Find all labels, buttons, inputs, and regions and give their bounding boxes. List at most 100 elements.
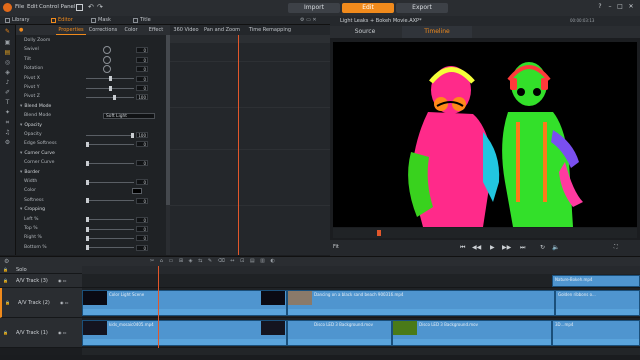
property-value-field[interactable]: 0 [136, 85, 148, 91]
edit-mode-button[interactable]: Edit [342, 3, 394, 13]
go-end-icon[interactable]: ⏭ [520, 244, 525, 252]
slider-knob[interactable] [108, 85, 112, 91]
tab-library[interactable]: Library [2, 16, 48, 25]
tab-source[interactable]: Source [330, 26, 400, 38]
crop-tool-icon[interactable]: ⌗ [4, 119, 11, 126]
settings-tool-icon[interactable]: ⚙ [4, 139, 11, 146]
lock-icon[interactable]: 🔒 [5, 300, 10, 305]
rotation-dial[interactable] [103, 46, 111, 55]
help-icon[interactable]: ? [596, 3, 604, 11]
property-value-field[interactable]: 0 [136, 216, 148, 223]
panel-options-icon[interactable]: ⚙ ▭ ✕ [300, 17, 317, 23]
folder-tool-icon[interactable]: ▤ [4, 49, 11, 56]
tab-color[interactable]: Color [120, 25, 142, 35]
property-slider[interactable] [86, 245, 134, 251]
go-start-icon[interactable]: ⏮ [460, 244, 465, 252]
property-value-field[interactable]: 0 [136, 56, 148, 63]
timeline-playhead[interactable] [158, 266, 159, 348]
timeline-tools-icons[interactable]: ✂ ⌂ ▭ ⊞ ◈ ⇆ ✎ ⌫ ↔ ⊡ ▤ ▥ ◐ [150, 258, 277, 264]
volume-icon[interactable]: 🔈 [552, 244, 559, 251]
import-mode-button[interactable]: Import [288, 3, 340, 13]
track-visibility-icon[interactable]: ◉ ▭ [58, 330, 67, 335]
maximize-icon[interactable]: □ [616, 3, 624, 11]
property-slider[interactable] [86, 94, 134, 100]
tab-properties[interactable]: Properties [56, 25, 86, 35]
track-header-1[interactable]: 🔒 A/V Track (1) ◉ ▭ [0, 318, 82, 348]
lock-icon[interactable]: 🔒 [3, 278, 8, 283]
property-value-field[interactable]: 0 [136, 179, 148, 185]
tab-mask[interactable]: Mask [88, 16, 130, 25]
video-frame[interactable] [333, 42, 637, 227]
fullscreen-icon[interactable]: ⛶ [614, 244, 618, 250]
scrub-playhead[interactable] [377, 230, 381, 236]
border-color-swatch[interactable] [132, 188, 142, 195]
track-header-2[interactable]: 🔒 A/V Track (2) ◉ ▭ [0, 288, 82, 318]
property-value-field[interactable]: 0 [136, 226, 148, 232]
editor-tool-icon[interactable]: ✎ [4, 28, 11, 35]
slider-knob[interactable] [86, 226, 89, 232]
track-header-3[interactable]: 🔒 A/V Track (3) ◉ ▭ [0, 274, 82, 288]
lock-icon[interactable]: 🔒 [3, 330, 8, 335]
pin-icon[interactable]: ● [19, 27, 23, 33]
property-section-header[interactable]: Cropping [20, 206, 45, 214]
tab-pan-and-zoom[interactable]: Pan and Zoom [202, 25, 242, 35]
save-icon[interactable] [76, 4, 83, 11]
slider-knob[interactable] [86, 217, 89, 223]
slider-knob[interactable] [86, 141, 89, 147]
audio-tool-icon[interactable]: ♫ [4, 129, 11, 136]
property-value-field[interactable]: 100 [136, 132, 148, 138]
rotation-dial[interactable] [103, 65, 111, 74]
timeline-settings-icon[interactable]: ⚙ [4, 258, 9, 265]
property-slider[interactable] [86, 179, 134, 185]
property-value-field[interactable]: 0 [136, 47, 148, 54]
property-value-field[interactable]: 0 [136, 160, 148, 167]
menu-control-panel[interactable]: Control Panel [39, 4, 75, 10]
clip[interactable]: Color Light Scene [82, 290, 287, 316]
tab-effect[interactable]: Effect [144, 25, 168, 35]
clip[interactable]: 3D...mp4 [552, 320, 640, 346]
slider-knob[interactable] [113, 94, 116, 100]
slider-knob[interactable] [86, 235, 89, 241]
tab-title[interactable]: Title [130, 16, 172, 25]
redo-icon[interactable]: ↷ [97, 3, 103, 11]
transitions-tool-icon[interactable]: ◈ [4, 69, 11, 76]
track-visibility-icon[interactable]: ◉ ▭ [60, 300, 69, 305]
play-icon[interactable]: ▶ [490, 244, 495, 251]
property-value-field[interactable]: 0 [136, 235, 148, 242]
brush-tool-icon[interactable]: ✦ [4, 109, 11, 116]
property-value-field[interactable]: 0 [136, 75, 148, 82]
clip[interactable]: Dancing on a black sand beach 900316.mp4 [287, 290, 555, 316]
property-section-header[interactable]: Opacity [20, 122, 42, 130]
keyframe-ruler[interactable] [170, 35, 330, 43]
slider-knob[interactable] [131, 132, 134, 138]
property-section-header[interactable]: Border [20, 169, 39, 177]
close-icon[interactable]: ✕ [627, 3, 635, 11]
property-value-field[interactable]: 100 [136, 94, 148, 101]
property-slider[interactable] [86, 198, 134, 204]
clip[interactable]: Golden ribbons o... [555, 290, 640, 316]
text-tool-icon[interactable]: T [4, 99, 11, 106]
timeline-bottom-ruler[interactable] [82, 348, 640, 355]
clip[interactable]: kids_mosaic0405.mp4 [82, 320, 287, 346]
property-section-header[interactable]: Blend Mode [20, 103, 51, 111]
track-header-solo[interactable]: 🔒 Solo [0, 266, 82, 274]
keyframe-playhead[interactable] [238, 35, 239, 255]
slider-knob[interactable] [86, 160, 89, 166]
property-slider[interactable] [86, 76, 134, 82]
property-slider[interactable] [86, 235, 134, 241]
slider-knob[interactable] [86, 179, 89, 185]
minimize-icon[interactable]: – [606, 3, 614, 11]
property-section-header[interactable]: Corner Curve [20, 150, 54, 158]
tab-360-video[interactable]: 360 Video [172, 25, 200, 35]
tab-editor[interactable]: Editor [48, 16, 88, 25]
tab-timeline[interactable]: Timeline [402, 26, 472, 38]
blend-mode-select[interactable]: Soft Light [103, 113, 155, 120]
tab-corrections[interactable]: Corrections [88, 25, 118, 35]
property-value-field[interactable]: 0 [136, 197, 148, 204]
track-visibility-icon[interactable]: ◉ ▭ [58, 278, 67, 283]
property-slider[interactable] [86, 160, 134, 166]
clip[interactable]: Nature-Bokeh.mp4 [552, 275, 640, 287]
effects-tool-icon[interactable]: ◎ [4, 59, 11, 66]
slider-knob[interactable] [86, 198, 89, 204]
property-slider[interactable] [86, 85, 134, 91]
